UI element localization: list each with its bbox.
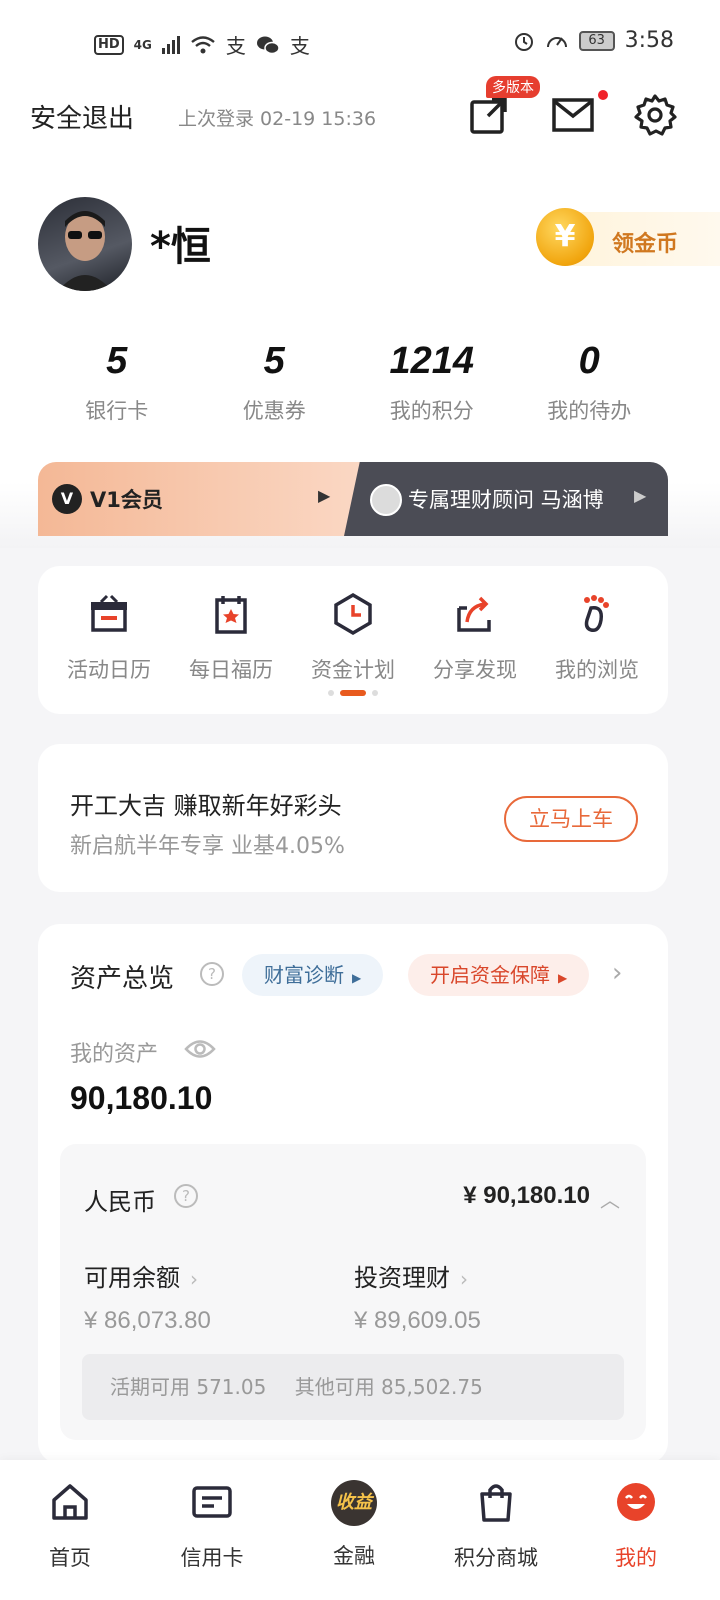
mail-icon	[552, 98, 594, 132]
currency-panel: 人民币 ? ¥ 90,180.10 ︿ 可用余额 › ¥ 86,073.80 投资…	[60, 1144, 646, 1440]
quick-menu-card: 活动日历 每日福历 资金计划 分享发现 我的浏览	[38, 566, 668, 714]
hd-indicator: HD	[94, 34, 124, 55]
gift-calendar-icon	[91, 594, 127, 632]
currency-amount: ¥ 90,180.10	[463, 1182, 590, 1209]
other-available: 其他可用 85,502.75	[294, 1375, 483, 1399]
stat-points[interactable]: 1214 我的积分	[353, 340, 511, 425]
quick-item-daily-fortune[interactable]: 每日福历	[168, 592, 294, 684]
shopping-bag-icon	[480, 1484, 512, 1522]
status-bar: HD 4G 支 支 63 3:58	[0, 24, 720, 64]
triangle-right-icon: ▶	[318, 486, 331, 505]
triangle-right-icon: ▶	[352, 971, 362, 985]
help-icon[interactable]: ?	[200, 962, 224, 986]
profile-smile-icon	[617, 1483, 655, 1521]
triangle-right-icon: ▶	[558, 971, 568, 985]
clock-plan-icon	[334, 592, 372, 636]
quick-item-share-discover[interactable]: 分享发现	[412, 592, 538, 684]
promo-go-button[interactable]: 立马上车	[504, 796, 638, 842]
eye-icon[interactable]	[184, 1036, 216, 1062]
quick-item-activity-calendar[interactable]: 活动日历	[46, 592, 172, 684]
member-banner: V V1会员 ▶ 专属理财顾问 马涵博 ▶	[38, 462, 668, 536]
message-button[interactable]	[548, 90, 598, 140]
tab-points-mall[interactable]: 积分商城	[436, 1480, 556, 1572]
get-coins-label[interactable]: 领金币	[612, 226, 678, 258]
balance-breakdown: 活期可用 571.05 其他可用 85,502.75	[82, 1354, 624, 1420]
currency-label: 人民币	[84, 1188, 156, 1216]
tab-mine[interactable]: 我的	[576, 1480, 696, 1572]
quick-item-fund-plan[interactable]: 资金计划	[290, 592, 416, 684]
promo-card[interactable]: 开工大吉 赚取新年好彩头 新启航半年专享 业基4.05% 立马上车	[38, 744, 668, 892]
chevron-right-icon[interactable]: ›	[612, 958, 622, 988]
investment[interactable]: 投资理财 › ¥ 89,609.05	[354, 1258, 481, 1335]
member-level-label: V1会员	[90, 488, 163, 512]
battery-icon: 63	[578, 30, 615, 51]
wechat-icon	[256, 36, 280, 54]
advisor-avatar	[370, 484, 402, 516]
logout-button[interactable]: 安全退出	[30, 98, 134, 135]
assets-overview-card: 资产总览 ? 财富诊断 ▶ 开启资金保障 ▶ › 我的资产 90,180.10 人民…	[38, 924, 668, 1464]
finance-icon: 收益	[331, 1480, 377, 1526]
wifi-icon	[191, 35, 215, 53]
last-login-time: 上次登录 02-19 15:36	[178, 108, 377, 130]
avatar[interactable]	[38, 197, 132, 291]
gear-icon	[634, 94, 677, 136]
daily-calendar-icon	[215, 596, 247, 634]
tab-finance[interactable]: 收益 金融	[294, 1480, 414, 1570]
total-assets-value: 90,180.10	[70, 1080, 213, 1116]
network-type: 4G	[133, 37, 152, 52]
stats-row: 5 银行卡 5 优惠券 1214 我的积分 0 我的待办	[38, 340, 668, 425]
unread-dot	[598, 90, 608, 100]
chevron-right-icon: ›	[460, 1267, 468, 1291]
gold-coin-icon: ¥	[536, 208, 594, 266]
bottom-tab-bar: 首页 信用卡 收益 金融 积分商城 我的	[0, 1460, 720, 1600]
multi-version-badge: 多版本	[486, 76, 540, 98]
settings-button[interactable]	[630, 90, 680, 140]
external-link-icon	[470, 97, 507, 134]
promo-title: 开工大吉 赚取新年好彩头	[70, 792, 342, 820]
enable-protection-button[interactable]: 开启资金保障 ▶	[408, 954, 590, 996]
alipay-icon: 支	[289, 34, 310, 58]
tab-home[interactable]: 首页	[10, 1480, 130, 1572]
signal-icon	[161, 35, 180, 54]
alarm-icon	[514, 32, 533, 51]
assets-title: 资产总览	[70, 964, 175, 994]
speed-icon	[546, 36, 567, 47]
user-name: *恒	[150, 224, 211, 270]
home-icon	[52, 1484, 88, 1520]
chevron-up-icon[interactable]: ︿	[600, 1184, 620, 1213]
credit-card-icon	[192, 1486, 232, 1518]
share-icon	[457, 596, 491, 632]
chevron-right-icon: ›	[190, 1267, 198, 1291]
v-logo-icon: V	[52, 484, 82, 514]
tab-credit-card[interactable]: 信用卡	[152, 1480, 272, 1572]
available-balance[interactable]: 可用余额 › ¥ 86,073.80	[84, 1258, 211, 1335]
wealth-diagnosis-button[interactable]: 财富诊断 ▶	[242, 954, 384, 996]
my-assets-label: 我的资产	[70, 1042, 159, 1067]
stat-coupons[interactable]: 5 优惠券	[196, 340, 354, 425]
promo-subtitle: 新启航半年专享 业基4.05%	[70, 834, 345, 859]
page-indicator	[328, 690, 378, 696]
alipay-icon: 支	[225, 34, 246, 58]
footprint-icon	[584, 595, 609, 633]
quick-item-browse-history[interactable]: 我的浏览	[534, 592, 660, 684]
stat-bank-cards[interactable]: 5 银行卡	[38, 340, 196, 425]
available-balance-value: ¥ 86,073.80	[84, 1307, 211, 1334]
current-available: 活期可用 571.05	[110, 1375, 267, 1399]
stat-todo[interactable]: 0 我的待办	[511, 340, 669, 425]
help-icon[interactable]: ?	[174, 1184, 198, 1208]
advisor-label: 专属理财顾问 马涵博	[408, 488, 604, 512]
triangle-right-icon: ▶	[634, 486, 647, 505]
clock-time: 3:58	[624, 28, 674, 53]
investment-value: ¥ 89,609.05	[354, 1307, 481, 1334]
